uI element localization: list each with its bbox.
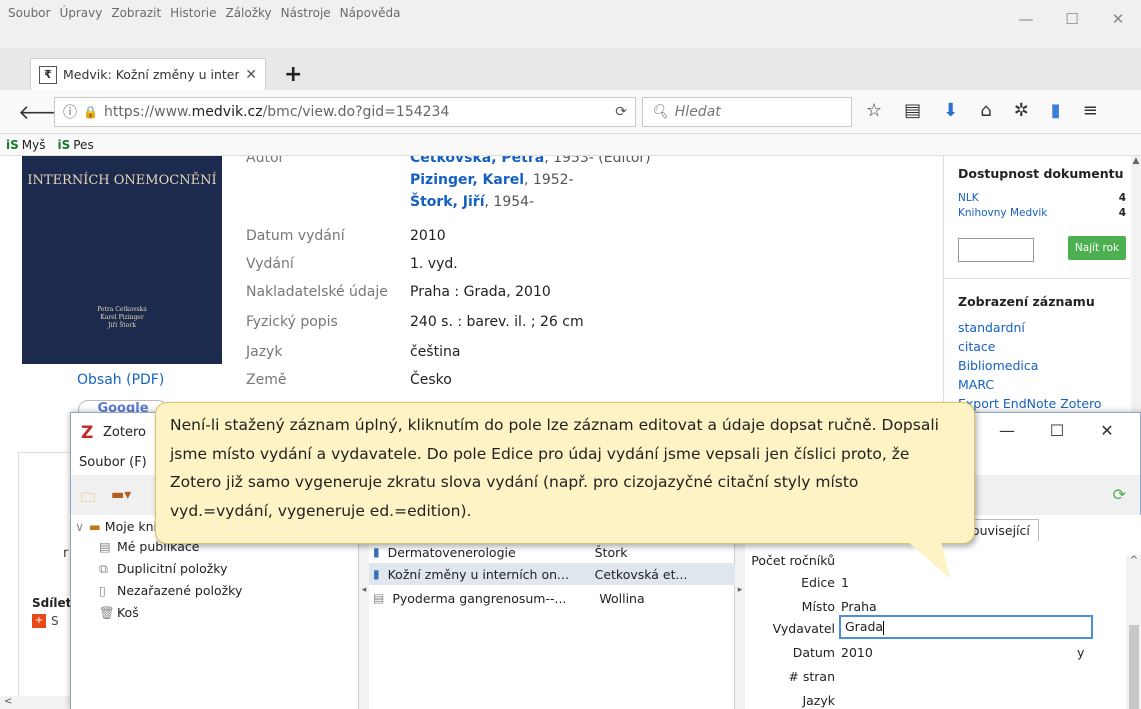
url-text: https://www.medvik.cz/bmc/view.do?gid=15…: [103, 104, 450, 120]
book-icon: ▮: [373, 545, 380, 559]
cover-authors: Petra Cetkovská Karel Pizinger Jiří Štor…: [97, 306, 147, 329]
lock-icon: 🔒: [83, 105, 98, 119]
menu-napoveda[interactable]: Nápověda: [340, 6, 401, 20]
left-share-panel: [18, 452, 70, 709]
scroll-thumb[interactable]: [1129, 625, 1139, 709]
url-bar[interactable]: ⓘ 🔒 https://www.medvik.cz/bmc/view.do?gi…: [54, 97, 636, 127]
search-bar[interactable]: 🔍︎ Hledat: [642, 97, 852, 127]
format-link-standardni[interactable]: standardní: [958, 318, 1102, 337]
bookmark-star-icon[interactable]: ☆: [866, 100, 882, 121]
items-pane: ▮ Dermatovenerologie Štork ▮ Kožní změny u …: [369, 515, 735, 709]
zotero-menu-file[interactable]: Soubor (F): [79, 455, 147, 470]
zotero-connector-icon[interactable]: ▮: [1051, 100, 1061, 121]
tab-title: Medvik: Kožní změny u inter: [63, 67, 240, 82]
callout-text: Není-li stažený záznam úplný, kliknutím …: [170, 416, 939, 520]
zotero-window-controls: — ☐ ✕: [982, 421, 1132, 440]
vydavatel-input[interactable]: Grada: [839, 615, 1093, 639]
year-input[interactable]: [958, 238, 1034, 262]
format-link-export[interactable]: Export EndNote Zotero: [958, 394, 1102, 413]
author-link[interactable]: Pizinger, Karel: [410, 172, 524, 188]
format-link-bibliomedica[interactable]: Bibliomedica: [958, 356, 1102, 375]
item-row[interactable]: ▤ Pyoderma gangrenosum--... Wollina: [369, 587, 735, 609]
window-controls: — ☐ ✕: [1003, 10, 1141, 28]
collection-item-unfiled[interactable]: ▯ Nezařazené položky: [99, 583, 242, 598]
collection-item-duplicates[interactable]: ⧉ Duplicitní položky: [99, 561, 227, 577]
menu-list: Soubor Úpravy Zobrazit Historie Záložky …: [8, 6, 400, 20]
detail-scrollbar[interactable]: ^: [1126, 555, 1141, 709]
item-row-selected[interactable]: ▮ Kožní změny u interních on... Cetkovská …: [369, 563, 735, 585]
sync-icon[interactable]: ⟳: [1113, 485, 1126, 504]
format-links: standardní citace Bibliomedica MARC Expo…: [958, 318, 1102, 413]
medvik-favicon-icon: ₹: [39, 65, 57, 84]
tab-medvik[interactable]: ₹ Medvik: Kožní změny u inter ✕: [30, 58, 266, 90]
zotero-logo-icon: Z: [81, 423, 94, 443]
zobrazeni-heading: Zobrazení záznamu: [958, 294, 1095, 309]
browser-menubar: Soubor Úpravy Zobrazit Historie Záložky …: [0, 0, 1141, 48]
book-icon: ▮: [373, 567, 380, 581]
search-icon: 🔍︎: [651, 104, 669, 120]
maximize-icon[interactable]: ☐: [1032, 421, 1082, 440]
scroll-up-icon[interactable]: ▲: [1131, 156, 1141, 166]
author-link[interactable]: Štork, Jiří: [410, 194, 485, 210]
hamburger-menu-icon[interactable]: ≡: [1083, 100, 1098, 121]
find-year-button[interactable]: Najít rok: [1068, 236, 1126, 260]
menu-zobrazit[interactable]: Zobrazit: [111, 6, 161, 20]
menu-historie[interactable]: Historie: [170, 6, 216, 20]
format-link-citace[interactable]: citace: [958, 337, 1102, 356]
navigation-bar: 🡐 ⓘ 🔒 https://www.medvik.cz/bmc/view.do?…: [0, 90, 1141, 134]
divider: [944, 278, 1130, 279]
search-placeholder: Hledat: [674, 104, 721, 120]
menu-soubor[interactable]: Soubor: [8, 6, 50, 20]
bookmarks-bar: iS Myš iS Pes: [0, 134, 1141, 156]
menu-zalozky[interactable]: Záložky: [225, 6, 271, 20]
library-item[interactable]: Knihovny Medvik 4: [958, 207, 1126, 219]
toolbar-icons: ☆ ▤ ⬇ ⌂ ✲ ▮ ≡: [866, 100, 1098, 121]
menu-upravy[interactable]: Úpravy: [59, 6, 102, 20]
minimize-icon[interactable]: —: [982, 421, 1032, 440]
info-icon[interactable]: ⓘ: [63, 102, 77, 122]
home-icon[interactable]: ⌂: [980, 100, 991, 121]
instruction-callout: Není-li stažený záznam úplný, kliknutím …: [155, 402, 975, 579]
book-cover: INTERNÍCH ONEMOCNĚNÍ Petra Cetkovská Kar…: [22, 156, 222, 364]
extensions-icon[interactable]: ✲: [1014, 100, 1029, 121]
bookmark-mys[interactable]: iS Myš: [6, 138, 45, 152]
minimize-icon[interactable]: —: [1003, 10, 1049, 28]
new-tab-icon[interactable]: +: [284, 62, 302, 87]
horizontal-scrollbar[interactable]: <: [0, 696, 70, 709]
share-button[interactable]: +: [32, 614, 46, 628]
item-detail-pane: Související Počet ročníků Edice 1 Místo Pr…: [745, 515, 1141, 709]
share-button-label: S: [51, 614, 59, 628]
partial-text: r: [63, 546, 69, 561]
bookmark-pes[interactable]: iS Pes: [57, 138, 93, 152]
library-list: NLK 4 Knihovny Medvik 4: [958, 192, 1126, 222]
collection-item-trash[interactable]: 🗑︎ Koš: [99, 605, 139, 621]
item-row[interactable]: ▮ Dermatovenerologie Štork: [369, 541, 735, 563]
right-sidebar: Dostupnost dokumentu NLK 4 Knihovny Medvi…: [943, 156, 1130, 416]
author-link[interactable]: Cetkovská, Petra: [410, 156, 544, 166]
downloads-icon[interactable]: ⬇: [943, 100, 958, 121]
collections-pane: ∨ ▬ Moje knihovna ▤ Mé publikace ⧉ Duplic…: [71, 515, 359, 709]
tab-close-icon[interactable]: ✕: [245, 67, 257, 83]
share-label: Sdílet: [32, 596, 72, 610]
menu-nastroje[interactable]: Nástroje: [281, 6, 331, 20]
reader-view-icon[interactable]: ▤: [904, 100, 921, 121]
close-icon[interactable]: ✕: [1082, 421, 1132, 440]
obsah-pdf-link[interactable]: Obsah (PDF): [77, 372, 164, 388]
reload-icon[interactable]: ⟳: [615, 104, 627, 120]
maximize-icon[interactable]: ☐: [1049, 10, 1095, 28]
meta-label: Autor: [246, 156, 285, 166]
document-icon: ▤: [373, 591, 385, 605]
dostupnost-heading: Dostupnost dokumentu: [958, 166, 1124, 181]
format-link-marc[interactable]: MARC: [958, 375, 1102, 394]
pane-splitter-left-icon[interactable]: ◂: [359, 515, 369, 709]
scroll-up-icon[interactable]: ^: [1126, 555, 1141, 566]
tab-strip: ₹ Medvik: Kožní změny u inter ✕ +: [0, 48, 1141, 90]
library-item[interactable]: NLK 4: [958, 192, 1126, 204]
cover-title: INTERNÍCH ONEMOCNĚNÍ: [27, 173, 217, 188]
new-library-icon[interactable]: ▬▾: [111, 487, 131, 503]
close-icon[interactable]: ✕: [1095, 10, 1141, 28]
zotero-title: Zotero: [103, 425, 146, 440]
new-collection-icon[interactable]: 🗀: [81, 487, 95, 511]
